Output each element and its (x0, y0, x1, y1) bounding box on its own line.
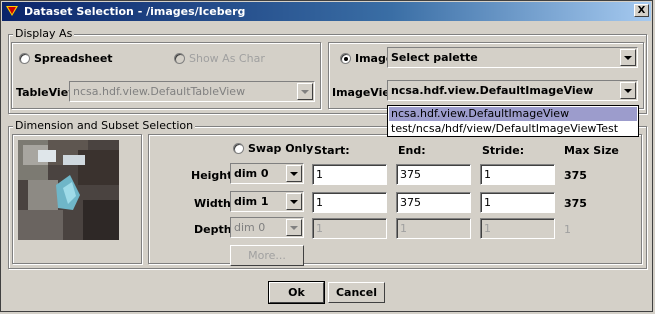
imageview-option-test[interactable]: test/ncsa/hdf/view/DefaultImageViewTest (389, 122, 637, 136)
show-as-char-radio[interactable] (174, 53, 185, 64)
width-end-input[interactable]: 375 (396, 192, 471, 213)
show-as-char-label[interactable]: Show As Char (189, 52, 265, 65)
spreadsheet-radio[interactable] (19, 53, 30, 64)
ok-button[interactable]: Ok (268, 281, 325, 304)
depth-stride-input[interactable]: 1 (480, 218, 555, 239)
cancel-button[interactable]: Cancel (328, 282, 385, 303)
height-dim-select[interactable]: dim 0 (230, 163, 304, 184)
imageview-value: ncsa.hdf.view.DefaultImageView (391, 84, 594, 97)
height-end-input[interactable]: 375 (396, 164, 471, 185)
app-icon (6, 6, 18, 16)
window-title: Dataset Selection - /images/Iceberg (24, 5, 246, 18)
chevron-down-icon[interactable] (297, 83, 313, 100)
chevron-down-icon[interactable] (620, 49, 636, 66)
title-bar[interactable]: Dataset Selection - /images/Iceberg X (2, 2, 651, 21)
end-header: End: (398, 144, 426, 157)
spreadsheet-label[interactable]: Spreadsheet (34, 52, 113, 65)
depth-dim-select[interactable]: dim 0 (230, 217, 304, 238)
width-dim-select[interactable]: dim 1 (230, 191, 304, 212)
width-max-size: 375 (564, 197, 587, 210)
width-label: Width (194, 197, 231, 210)
tableview-select[interactable]: ncsa.hdf.view.DefaultTableView (69, 81, 315, 102)
swap-only-label[interactable]: Swap Only (248, 142, 313, 155)
height-start-input[interactable]: 1 (312, 164, 387, 185)
palette-value: Select palette (391, 51, 478, 64)
chevron-down-icon[interactable] (286, 165, 302, 182)
tableview-value: ncsa.hdf.view.DefaultTableView (73, 85, 246, 98)
chevron-down-icon[interactable] (286, 193, 302, 210)
palette-select[interactable]: Select palette (387, 47, 638, 68)
imageview-dropdown-list: ncsa.hdf.view.DefaultImageView test/ncsa… (387, 105, 639, 137)
close-button[interactable]: X (634, 4, 649, 17)
depth-label: Depth (194, 223, 232, 236)
depth-start-input[interactable]: 1 (312, 218, 387, 239)
start-header: Start: (314, 144, 350, 157)
swap-only-radio[interactable] (233, 143, 244, 154)
width-dim-value: dim 1 (234, 195, 269, 208)
stride-header: Stride: (482, 144, 525, 157)
height-stride-input[interactable]: 1 (480, 164, 555, 185)
height-label: Height (191, 169, 233, 182)
image-thumbnail (18, 140, 119, 240)
more-button[interactable]: More... (230, 245, 304, 266)
display-as-label: Display As (13, 27, 75, 40)
max-size-header: Max Size (564, 144, 619, 157)
height-dim-value: dim 0 (234, 167, 269, 180)
depth-max-size: 1 (564, 223, 571, 236)
imageview-select[interactable]: ncsa.hdf.view.DefaultImageView (387, 80, 638, 101)
imageview-option-default[interactable]: ncsa.hdf.view.DefaultImageView (389, 107, 637, 121)
image-radio[interactable] (340, 53, 351, 64)
subset-label: Dimension and Subset Selection (13, 119, 196, 132)
width-stride-input[interactable]: 1 (480, 192, 555, 213)
height-max-size: 375 (564, 169, 587, 182)
dataset-selection-dialog: Dataset Selection - /images/Iceberg X Di… (0, 0, 653, 312)
chevron-down-icon[interactable] (620, 82, 636, 99)
depth-dim-value: dim 0 (234, 221, 266, 234)
depth-end-input[interactable]: 1 (396, 218, 471, 239)
width-start-input[interactable]: 1 (312, 192, 387, 213)
chevron-down-icon[interactable] (286, 219, 302, 236)
